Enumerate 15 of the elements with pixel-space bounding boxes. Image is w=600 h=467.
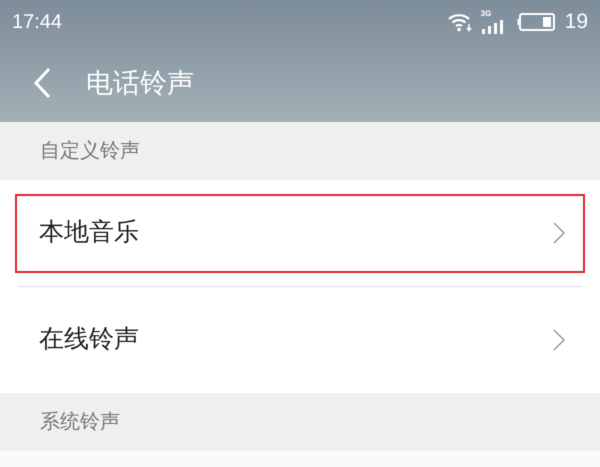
- back-icon: [33, 67, 51, 99]
- wifi-icon: [446, 11, 473, 33]
- battery-level: 19: [564, 9, 588, 36]
- network-type: 3G: [480, 10, 492, 18]
- list-item[interactable]: 本地音乐: [15, 194, 585, 272]
- page-title: 电话铃声: [86, 66, 194, 100]
- section-header: 系统铃声: [40, 410, 120, 435]
- battery-icon: [516, 12, 557, 32]
- item-label: 本地音乐: [39, 217, 140, 248]
- list-item[interactable]: 在线铃声: [15, 300, 585, 380]
- chevron-icon: [553, 222, 565, 244]
- item-label: 在线铃声: [39, 324, 140, 356]
- section-header: 自定义铃声: [40, 139, 140, 164]
- chevron-icon: [553, 329, 565, 351]
- status-time: 17:44: [12, 10, 62, 35]
